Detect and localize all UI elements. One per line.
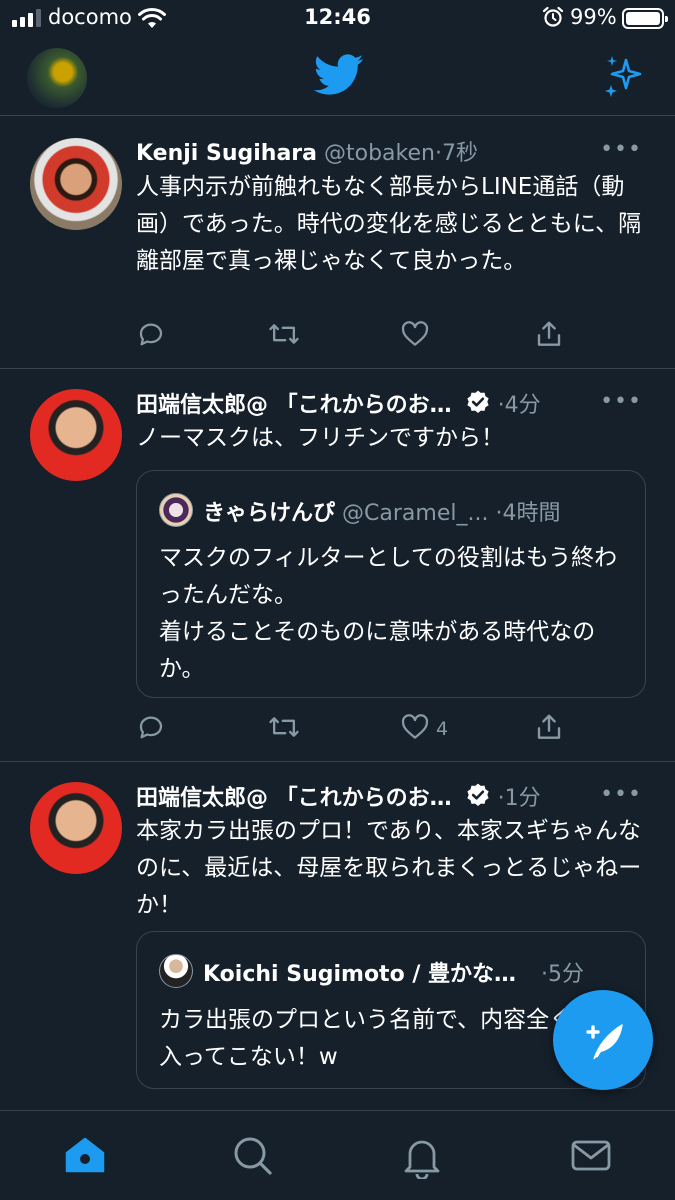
messages-icon[interactable] <box>570 1135 612 1175</box>
reply-icon <box>139 716 163 739</box>
separator: · <box>434 141 442 166</box>
author-handle[interactable]: @tobaken <box>324 141 435 166</box>
compose-tweet-button[interactable] <box>553 990 653 1090</box>
tweet-actions: 4 <box>136 712 566 744</box>
retweet-button[interactable] <box>268 319 300 351</box>
tweet-text: ノーマスクは、フリチンですから！ <box>136 425 504 451</box>
sparkle-icon[interactable] <box>600 54 646 100</box>
tweet-actions <box>136 319 566 351</box>
avatar[interactable] <box>30 782 122 874</box>
author-name[interactable]: 田端信太郎@ 「これからのお… <box>136 786 452 811</box>
verified-badge-icon <box>467 783 489 806</box>
alarm-icon <box>542 6 564 27</box>
search-icon[interactable] <box>232 1135 274 1177</box>
timestamp[interactable]: 1分 <box>505 786 541 811</box>
battery-percent: 99% <box>570 5 617 29</box>
reply-icon <box>139 323 163 346</box>
quoted-author-name: Koichi Sugimoto / 豊かな… <box>203 962 517 987</box>
tweet-text: 本家カラ出張のプロ！であり、本家スギちゃんなのに、最近は、母屋を取られまくっとる… <box>136 818 642 918</box>
share-icon <box>537 321 561 346</box>
app-header <box>0 38 675 116</box>
quoted-avatar <box>159 954 193 988</box>
avatar[interactable] <box>30 138 122 230</box>
author-name[interactable]: 田端信太郎@ 「これからのお… <box>136 393 452 418</box>
reply-button[interactable] <box>136 712 166 744</box>
bottom-nav <box>0 1110 675 1200</box>
quoted-author-handle: @Caramel_... <box>342 501 489 526</box>
reply-button[interactable] <box>136 319 166 351</box>
quoted-author-name: きゃらけんぴ <box>203 501 336 526</box>
quoted-text: マスクのフィルターとしての役割はもう終わったんだな。 着けることそのものに意味が… <box>159 545 618 682</box>
quoted-avatar <box>159 493 193 527</box>
compose-feather-icon <box>586 1024 623 1060</box>
like-count: 4 <box>436 718 449 740</box>
avatar[interactable] <box>30 389 122 481</box>
share-button[interactable] <box>534 712 564 744</box>
notifications-icon[interactable] <box>402 1135 442 1179</box>
more-options-icon[interactable]: ••• <box>600 389 642 414</box>
retweet-button[interactable] <box>268 712 300 744</box>
heart-icon <box>401 714 429 739</box>
quoted-timestamp: 5分 <box>548 962 585 987</box>
home-icon[interactable] <box>63 1135 107 1175</box>
timestamp[interactable]: 4分 <box>505 393 541 418</box>
share-icon <box>537 714 561 739</box>
quoted-timestamp: 4時間 <box>502 501 561 526</box>
screen: docomo 12:46 99% Kenji Sugihara @tobaken… <box>0 0 675 1200</box>
retweet-icon <box>269 717 299 737</box>
separator: · <box>497 786 505 811</box>
tweet-text: 人事内示が前触れもなく部長からLINE通話（動画）であった。時代の変化を感じると… <box>136 174 642 274</box>
author-name[interactable]: Kenji Sugihara <box>136 141 317 166</box>
status-bar: docomo 12:46 99% <box>0 0 675 38</box>
battery-icon <box>622 8 668 29</box>
like-button[interactable]: 4 <box>400 712 448 744</box>
more-options-icon[interactable]: ••• <box>600 782 642 807</box>
share-button[interactable] <box>534 319 564 351</box>
verified-badge-icon <box>467 390 489 413</box>
profile-avatar[interactable] <box>27 48 87 108</box>
separator: · <box>541 962 549 987</box>
timestamp[interactable]: 7秒 <box>442 141 478 166</box>
heart-icon <box>401 321 429 346</box>
tweet[interactable]: 田端信太郎@ 「これからのお… ·4分 ••• ノーマスクは、フリチンですから！… <box>0 369 675 762</box>
retweet-icon <box>269 324 299 344</box>
twitter-bird-icon[interactable] <box>314 54 364 96</box>
quoted-tweet[interactable]: きゃらけんぴ @Caramel_... ·4時間 マスクのフィルターとしての役割… <box>136 470 646 698</box>
like-button[interactable] <box>400 319 430 351</box>
more-options-icon[interactable]: ••• <box>600 137 642 162</box>
separator: · <box>497 393 505 418</box>
tweet[interactable]: Kenji Sugihara @tobaken·7秒 ••• 人事内示が前触れも… <box>0 117 675 369</box>
